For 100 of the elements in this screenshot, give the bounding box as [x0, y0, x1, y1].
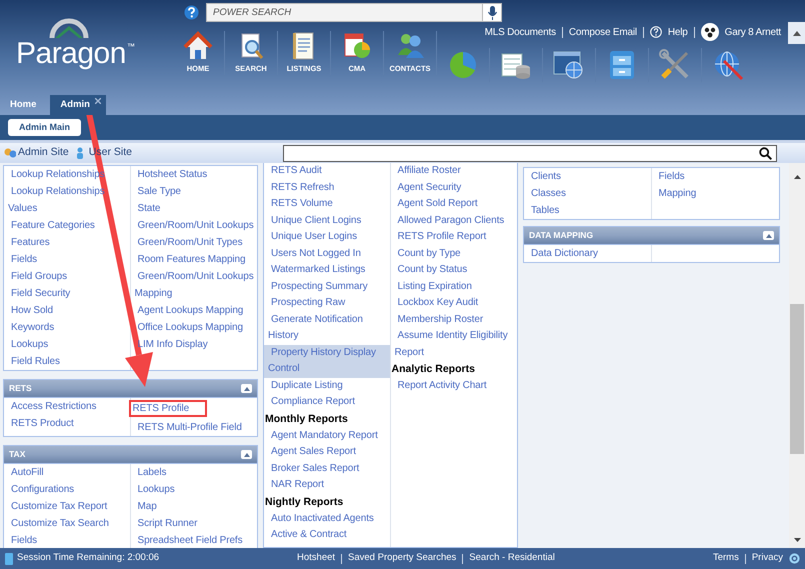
admin-link[interactable]: NAR Report	[264, 477, 390, 494]
admin-link[interactable]: Tables	[524, 202, 650, 219]
admin-link[interactable]: Script Runner	[130, 515, 257, 532]
admin-link[interactable]: Customize Tax Search	[4, 515, 130, 532]
admin-link[interactable]: Access Restrictions	[4, 398, 130, 415]
admin-link[interactable]: Membership Roster	[390, 312, 517, 328]
admin-link[interactable]: Mapping	[652, 185, 779, 202]
admin-link[interactable]: Unique Client Logins	[264, 212, 390, 229]
admin-link[interactable]: Features	[4, 234, 130, 251]
power-search-field[interactable]: POWER SEARCH	[207, 4, 482, 21]
admin-link[interactable]: RETS Refresh	[264, 180, 390, 196]
admin-link[interactable]: Customize Tax Report	[4, 498, 130, 515]
admin-link[interactable]: Keywords	[4, 319, 130, 336]
admin-link[interactable]: Classes	[524, 185, 650, 202]
admin-link[interactable]: Broker Sales Report	[264, 460, 390, 477]
admin-link[interactable]: Count by Type	[390, 246, 517, 262]
admin-link[interactable]: Green/Room/Unit Lookups Mapping	[130, 268, 257, 302]
user-name[interactable]: Gary 8 Arnett	[724, 24, 781, 40]
admin-link[interactable]: Report Activity Chart	[390, 378, 517, 394]
admin-link[interactable]: Fields	[652, 168, 779, 185]
admin-link[interactable]: Fields	[4, 532, 130, 548]
admin-link[interactable]: Green/Room/Unit Lookups	[130, 217, 257, 234]
status-link[interactable]: Privacy	[752, 551, 783, 566]
caret-up-icon	[792, 30, 800, 36]
admin-link[interactable]: Labels	[130, 464, 257, 481]
tab[interactable]: Admin	[50, 95, 106, 115]
admin-link[interactable]: State	[130, 200, 257, 217]
admin-link[interactable]: Allowed Paragon Clients	[390, 212, 517, 229]
admin-link[interactable]: Users Not Logged In	[264, 246, 390, 262]
admin-link[interactable]: Agent Lookups Mapping	[130, 302, 257, 319]
header-link[interactable]: MLS Documents	[484, 24, 556, 40]
status-link[interactable]: Terms	[712, 551, 739, 566]
scrollbar[interactable]	[789, 163, 805, 548]
admin-link[interactable]: AutoFill	[4, 464, 130, 481]
admin-link[interactable]: Agent Security	[390, 180, 517, 196]
scrollbar-thumb[interactable]	[790, 304, 804, 454]
session-icon	[5, 552, 13, 564]
admin-link[interactable]: Room Features Mapping	[130, 251, 257, 268]
admin-link[interactable]: Agent Sales Report	[264, 444, 390, 460]
admin-link[interactable]: Lookups	[130, 481, 257, 498]
status-link[interactable]: Hotsheet	[297, 551, 336, 566]
admin-link[interactable]: Affiliate Roster	[390, 163, 517, 180]
admin-link[interactable]: Configurations	[4, 481, 130, 498]
admin-link[interactable]: Count by Status	[390, 262, 517, 278]
admin-link[interactable]: Lookups	[4, 336, 130, 353]
admin-link[interactable]: Green/Room/Unit Types	[130, 234, 257, 251]
header-link[interactable]: Compose Email	[568, 24, 637, 40]
admin-link[interactable]: How Sold	[4, 302, 130, 319]
status-link[interactable]: Saved Property Searches	[348, 551, 456, 566]
collapse-button[interactable]	[763, 231, 774, 240]
search-field[interactable]	[283, 144, 777, 162]
avatar-icon	[700, 23, 719, 41]
admin-link[interactable]: Unique User Logins	[264, 229, 390, 246]
admin-link[interactable]: Prospecting Summary	[264, 278, 390, 295]
status-link[interactable]: Search - Residential	[469, 551, 555, 566]
admin-link[interactable]: Lockbox Key Audit	[390, 295, 517, 312]
users-icon	[4, 147, 16, 159]
house-icon	[183, 31, 213, 61]
collapse-button[interactable]	[241, 450, 252, 459]
admin-link[interactable]: Clients	[524, 168, 650, 185]
admin-link[interactable]: Field Groups	[4, 268, 130, 285]
admin-link[interactable]: Data Dictionary	[524, 245, 650, 262]
collapse-header-button[interactable]	[788, 22, 805, 44]
admin-link[interactable]: Watermarked Listings	[264, 262, 390, 278]
admin-link[interactable]: Field Security	[4, 285, 130, 302]
admin-link[interactable]: Listing Expiration	[390, 278, 517, 295]
admin-link[interactable]: Agent Sold Report	[390, 196, 517, 212]
admin-link[interactable]: Compliance Report	[264, 394, 390, 410]
subtab[interactable]: Admin Main	[8, 119, 81, 136]
admin-link[interactable]: Property History Display Control	[264, 344, 390, 378]
admin-link[interactable]: Duplicate Listing	[264, 378, 390, 394]
header-link[interactable]: Help	[668, 24, 688, 40]
admin-link[interactable]: Map	[130, 498, 257, 515]
admin-link[interactable]: Generate Notification History	[264, 312, 390, 344]
admin-link[interactable]: Auto Inactivated Agents	[264, 510, 390, 527]
admin-link[interactable]: RETS Audit	[264, 163, 390, 180]
admin-link[interactable]: RETS Multi-Profile Field	[130, 419, 257, 436]
power-search-bar[interactable]: POWER SEARCH	[206, 3, 502, 22]
admin-link[interactable]: Fields	[4, 251, 130, 268]
admin-link[interactable]: Office Lookups Mapping	[130, 319, 257, 336]
admin-link[interactable]: RETS Profile	[128, 400, 208, 417]
admin-link[interactable]: RETS Volume	[264, 196, 390, 212]
admin-link[interactable]: Feature Categories	[4, 217, 130, 234]
search-icon	[759, 146, 772, 160]
admin-link[interactable]: Assume Identity Eligibility Report	[390, 328, 517, 361]
admin-link[interactable]: Active & Contract	[264, 527, 390, 544]
toolbar-link[interactable]: Admin Site	[18, 145, 69, 161]
admin-link[interactable]: Agent Mandatory Report	[264, 428, 390, 444]
section-heading: Monthly Reports	[264, 412, 348, 426]
collapse-button[interactable]	[241, 384, 252, 393]
admin-link[interactable]: RETS Profile Report	[390, 229, 517, 246]
admin-link[interactable]: Spreadsheet Field Prefs	[130, 532, 257, 548]
admin-link[interactable]: Field Rules	[4, 353, 130, 370]
admin-link[interactable]: Hotsheet Status	[130, 166, 257, 183]
admin-link[interactable]: Prospecting Raw	[264, 295, 390, 312]
section-heading: Analytic Reports	[390, 362, 475, 377]
tab[interactable]: Home	[2, 95, 44, 115]
admin-link[interactable]: RETS Product	[4, 415, 130, 432]
microphone-button[interactable]	[482, 4, 501, 21]
admin-link[interactable]: Sale Type	[130, 183, 257, 200]
